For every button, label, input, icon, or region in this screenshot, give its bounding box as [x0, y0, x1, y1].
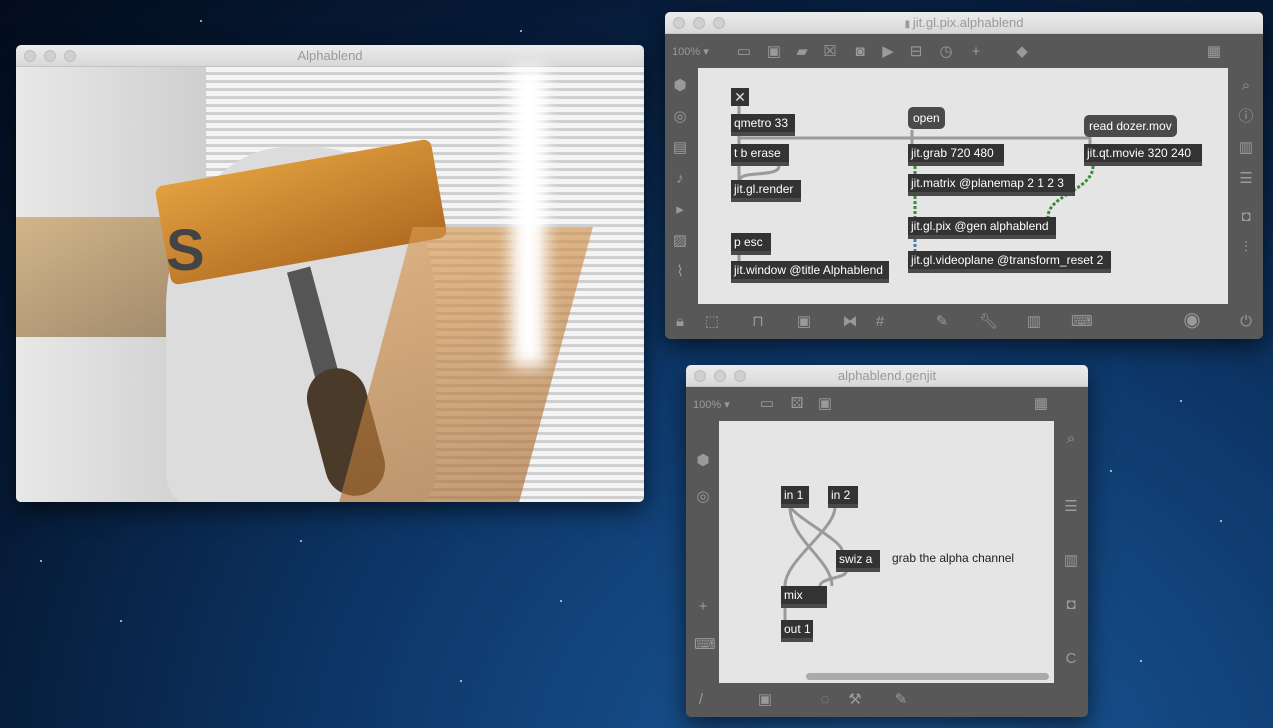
minimize-button[interactable]: [693, 17, 705, 29]
videoplane-object[interactable]: jit.gl.videoplane @transform_reset 2: [908, 251, 1111, 273]
presentation-icon[interactable]: ▭: [735, 44, 753, 60]
zoom-dropdown[interactable]: 100% ▾: [693, 398, 730, 411]
message-icon[interactable]: ▣: [765, 44, 783, 60]
trigger-object[interactable]: t b erase: [731, 144, 789, 166]
codebox-icon[interactable]: ▣: [816, 396, 834, 412]
dial-icon[interactable]: ◷: [937, 44, 955, 60]
zoom-button[interactable]: [734, 370, 746, 382]
horizontal-scrollbar[interactable]: [806, 673, 1049, 680]
camera-icon[interactable]: ◘: [1062, 597, 1080, 613]
close-button[interactable]: [673, 17, 685, 29]
pesc-object[interactable]: p esc: [731, 233, 771, 255]
window-title: alphablend.genjit: [837, 368, 937, 383]
presentation-mode-icon[interactable]: ⊓: [749, 314, 767, 330]
edit-icon[interactable]: ⬚: [703, 314, 721, 330]
mute-icon[interactable]: ⧓: [841, 314, 859, 330]
pencil-icon[interactable]: /: [692, 692, 710, 708]
matrix-object[interactable]: jit.matrix @planemap 2 1 2 3: [908, 174, 1075, 196]
new-object-icon[interactable]: ✎: [892, 692, 910, 708]
cube-icon[interactable]: ⬢: [694, 453, 712, 469]
document-icon: ▮: [904, 19, 913, 30]
camera-icon[interactable]: ◘: [1237, 209, 1255, 225]
minimize-button[interactable]: [714, 370, 726, 382]
comment: grab the alpha channel: [892, 551, 1015, 565]
paperclip-icon[interactable]: ⌇: [671, 264, 689, 280]
button-icon[interactable]: ◙: [851, 44, 869, 60]
bus-icon[interactable]: ▤: [671, 140, 689, 156]
title-bar[interactable]: alphablend.genjit: [686, 365, 1088, 387]
movie-object[interactable]: jit.qt.movie 320 240: [1084, 144, 1202, 166]
open-message[interactable]: open: [908, 107, 945, 129]
hammer-icon[interactable]: ⚒: [846, 692, 864, 708]
comment-icon[interactable]: ▰: [793, 44, 811, 60]
search-icon[interactable]: ⌕: [1062, 431, 1080, 447]
slider-icon[interactable]: ⊟: [907, 44, 925, 60]
list-icon[interactable]: ☰: [1062, 499, 1080, 515]
plus-icon[interactable]: +: [694, 599, 712, 615]
power-icon[interactable]: ⏻: [1237, 314, 1255, 330]
in1-object[interactable]: in 1: [781, 486, 809, 508]
out1-object[interactable]: out 1: [781, 620, 813, 642]
close-button[interactable]: [24, 50, 36, 62]
zoom-button[interactable]: [713, 17, 725, 29]
window-object[interactable]: jit.window @title Alphablend: [731, 261, 889, 283]
minimize-button[interactable]: [44, 50, 56, 62]
grid-icon[interactable]: ▦: [1032, 396, 1050, 412]
zoom-dropdown[interactable]: 100% ▾: [672, 45, 709, 58]
list-icon[interactable]: ☰: [1237, 171, 1255, 187]
paint-bucket-icon[interactable]: ◆: [1013, 44, 1031, 60]
pix-object[interactable]: jit.gl.pix @gen alphablend: [908, 217, 1056, 239]
refresh-icon[interactable]: ◌: [816, 692, 834, 708]
in2-object[interactable]: in 2: [828, 486, 858, 508]
keyboard-icon[interactable]: ⌨: [694, 637, 716, 653]
c-icon[interactable]: C: [1062, 651, 1080, 667]
book-icon[interactable]: ▥: [1237, 140, 1255, 156]
new-object-icon[interactable]: ✎: [933, 314, 951, 330]
book-icon[interactable]: ▥: [1062, 553, 1080, 569]
search-icon[interactable]: ⌕: [1237, 78, 1255, 94]
image-icon[interactable]: ▨: [671, 233, 689, 249]
mixer-icon[interactable]: ⫶: [1237, 240, 1255, 256]
windows-icon[interactable]: ▣: [756, 692, 774, 708]
dice-icon[interactable]: ⚄: [788, 396, 806, 412]
toggle[interactable]: ✕: [731, 88, 749, 106]
title-bar[interactable]: Alphablend: [16, 45, 644, 67]
read-message[interactable]: read dozer.mov: [1084, 115, 1177, 137]
render-object[interactable]: jit.gl.render: [731, 180, 801, 202]
wrench-icon[interactable]: 🔧︎: [979, 314, 998, 330]
number-icon[interactable]: ▶: [879, 44, 897, 60]
grid-toggle-icon[interactable]: #: [871, 314, 889, 330]
media-icon[interactable]: ▸: [671, 202, 689, 218]
piano-icon[interactable]: ▥: [1025, 314, 1043, 330]
window-title: Alphablend: [297, 48, 363, 63]
helmet-letter: S: [166, 218, 205, 283]
grab-object[interactable]: jit.grab 720 480: [908, 144, 1004, 166]
target-icon[interactable]: ◎: [694, 489, 712, 505]
swiz-object[interactable]: swiz a: [836, 550, 880, 572]
target-icon[interactable]: ◎: [671, 109, 689, 125]
lock-icon[interactable]: 🔒︎: [671, 314, 689, 330]
plus-icon[interactable]: +: [967, 44, 985, 60]
cube-icon[interactable]: ⬢: [671, 78, 689, 94]
music-icon[interactable]: ♪: [671, 171, 689, 187]
close-button[interactable]: [694, 370, 706, 382]
window-title: jit.gl.pix.alphablend: [912, 15, 1024, 30]
toggle-icon[interactable]: ☒: [821, 44, 839, 60]
mix-object[interactable]: mix: [781, 586, 827, 608]
info-icon[interactable]: ⓘ: [1237, 109, 1255, 125]
title-bar[interactable]: ▮ jit.gl.pix.alphablend: [665, 12, 1263, 34]
presentation-icon[interactable]: ▭: [758, 396, 776, 412]
alphablend-window: Alphablend S: [16, 45, 644, 502]
audio-on-icon[interactable]: ◉: [1183, 310, 1201, 330]
zoom-button[interactable]: [64, 50, 76, 62]
windows-icon[interactable]: ▣: [795, 314, 813, 330]
grid-icon[interactable]: ▦: [1205, 44, 1223, 60]
keyboard-icon[interactable]: ⌨: [1071, 314, 1093, 330]
qmetro-object[interactable]: qmetro 33: [731, 114, 795, 136]
video-output: S: [16, 67, 644, 502]
